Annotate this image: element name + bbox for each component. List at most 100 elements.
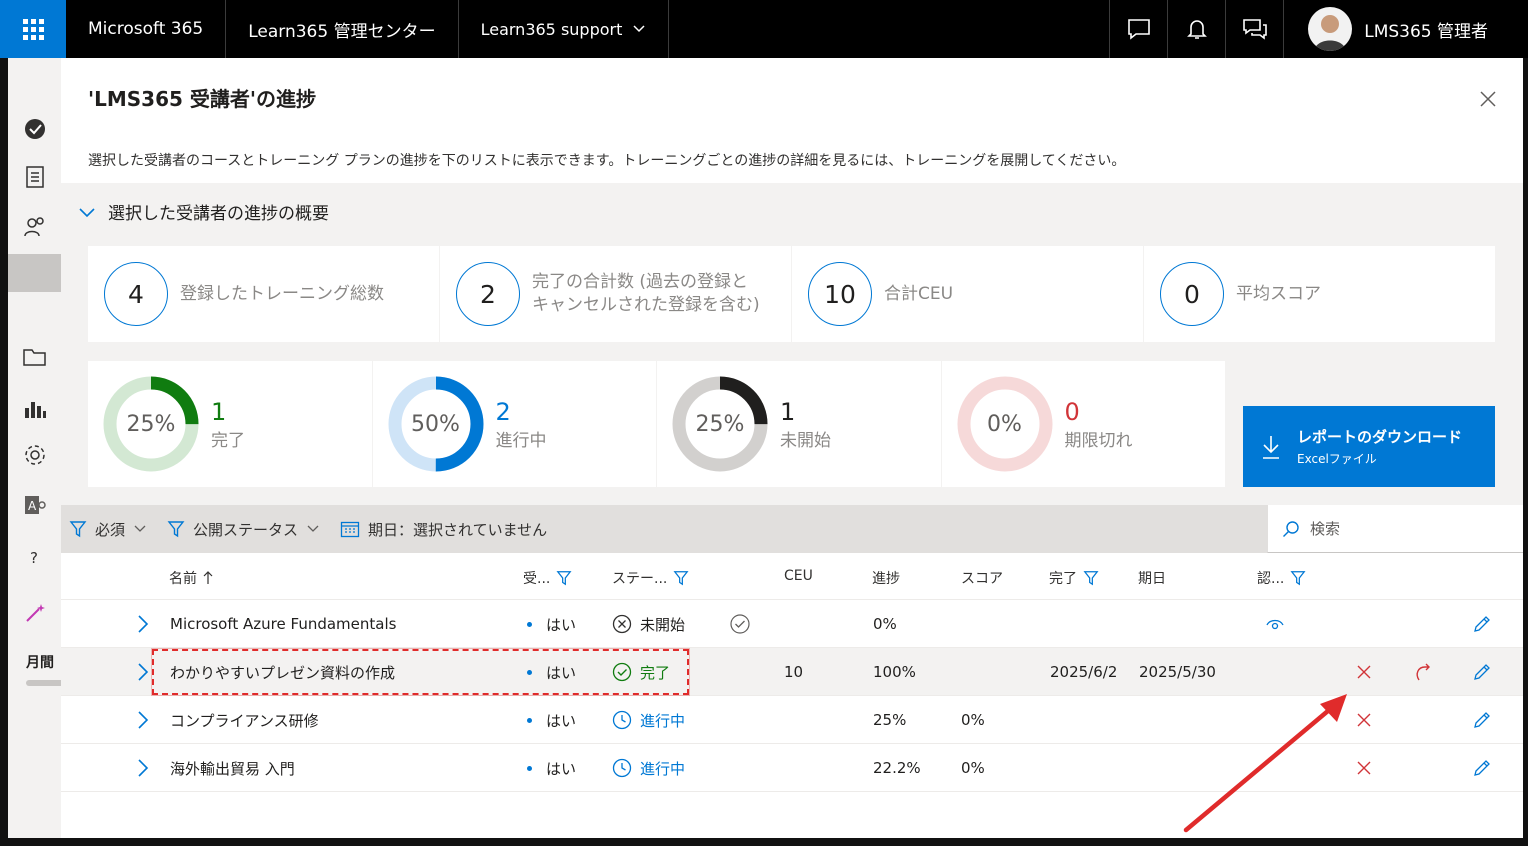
- chevron-right-icon: [138, 711, 149, 729]
- expand-row-button[interactable]: [135, 696, 151, 744]
- donut-card-completed: 25% 1 完了: [88, 361, 372, 487]
- bullet-icon: [527, 621, 532, 627]
- edit-button[interactable]: [1470, 696, 1494, 744]
- filter-publish-status[interactable]: 公開ステータス: [167, 519, 320, 540]
- summary-toggle[interactable]: 選択した受講者の進捗の概要: [78, 199, 329, 224]
- chevron-down-icon: [633, 25, 645, 33]
- nav-item-catalog[interactable]: [22, 164, 48, 190]
- donut-percent: 0%: [987, 411, 1022, 437]
- view-certificate-button[interactable]: [1263, 600, 1287, 648]
- highlight-annotation: [152, 649, 689, 695]
- required-cell: はい: [527, 696, 576, 744]
- nav-item-dashboard[interactable]: [22, 116, 48, 142]
- document-list-icon: [26, 166, 44, 188]
- donut-count: 1: [780, 397, 796, 426]
- nav-item-settings[interactable]: [22, 442, 48, 468]
- stat-card-total-completed: 2 完了の合計数 (過去の登録と キャンセルされた登録を含む): [440, 246, 791, 342]
- avatar: [1308, 7, 1353, 51]
- column-header-progress[interactable]: 進捗: [872, 568, 900, 588]
- donut-card-not-started: 25% 1 未開始: [657, 361, 941, 487]
- column-header-score[interactable]: スコア: [961, 568, 1003, 588]
- conversations-button[interactable]: [1225, 0, 1283, 58]
- stat-row: 4 登録したトレーニング総数 2 完了の合計数 (過去の登録と キャンセルされた…: [88, 246, 1495, 342]
- column-header-due[interactable]: 期日: [1138, 568, 1166, 588]
- notifications-button[interactable]: [1167, 0, 1225, 58]
- edit-button[interactable]: [1470, 648, 1494, 696]
- org-switcher[interactable]: Learn365 support: [459, 0, 670, 58]
- chat-icon: [1127, 19, 1150, 40]
- donut-chart: 50%: [388, 376, 484, 472]
- reset-progress-button[interactable]: [1411, 648, 1435, 696]
- column-header-name[interactable]: 名前: [169, 568, 213, 588]
- filter-icon: [673, 571, 689, 586]
- progress-cell: 0%: [873, 615, 897, 633]
- org-name: Learn365 support: [480, 19, 623, 39]
- donut-card-overdue: 0% 0 期限切れ: [941, 361, 1225, 487]
- nav-item-admin[interactable]: A: [22, 492, 48, 518]
- column-header-certificate[interactable]: 認...: [1257, 568, 1306, 588]
- chevron-down-icon: [134, 525, 146, 532]
- admin-center-name[interactable]: Learn365 管理センター: [226, 0, 459, 58]
- download-report-button[interactable]: レポートのダウンロード Excelファイル: [1243, 406, 1495, 487]
- donut-label: 完了: [211, 430, 245, 451]
- check-circle-icon: [25, 119, 45, 139]
- column-header-status[interactable]: ステー...: [612, 568, 689, 588]
- nav-item-files[interactable]: [22, 344, 48, 370]
- donut-chart: 25%: [672, 376, 768, 472]
- nav-usage-bar: [26, 680, 66, 686]
- edit-button[interactable]: [1470, 600, 1494, 648]
- expand-row-button[interactable]: [135, 648, 151, 696]
- nav-item-selected[interactable]: [8, 254, 61, 292]
- filter-icon: [556, 571, 572, 586]
- app-launcher-button[interactable]: [0, 0, 66, 58]
- filter-label: 公開ステータス: [193, 520, 299, 539]
- annotation-arrow: [1183, 694, 1347, 833]
- bullet-icon: [527, 717, 532, 723]
- filter-due-date[interactable]: 期日：選択されていません: [340, 519, 547, 540]
- donut-percent: 25%: [695, 411, 745, 437]
- donut-label: 期限切れ: [1064, 430, 1133, 451]
- download-subtitle: Excelファイル: [1297, 452, 1377, 466]
- filter-label: 期日：選択されていません: [368, 520, 548, 539]
- nav-item-help[interactable]: ?: [22, 544, 48, 570]
- search-input[interactable]: 検索: [1267, 505, 1523, 553]
- clock-icon: [612, 710, 632, 730]
- redo-icon: [1416, 663, 1430, 681]
- table-row[interactable]: Microsoft Azure Fundamentals はい 未開始 0%: [61, 600, 1523, 648]
- column-header-ceu[interactable]: CEU: [784, 568, 813, 584]
- svg-text:?: ?: [30, 549, 38, 567]
- score-cell: 0%: [961, 711, 985, 729]
- close-icon: [1480, 91, 1496, 107]
- user-menu[interactable]: LMS365 管理者: [1283, 0, 1528, 58]
- donut-label: 進行中: [495, 430, 547, 451]
- expand-row-button[interactable]: [135, 600, 151, 648]
- nav-item-wizard[interactable]: [22, 600, 48, 626]
- chevron-right-icon: [138, 759, 149, 777]
- edit-button[interactable]: [1470, 744, 1494, 792]
- stat-label: 合計CEU: [884, 283, 954, 304]
- donut-chart: 25%: [103, 376, 199, 472]
- nav-item-reports[interactable]: [22, 396, 48, 422]
- expand-row-button[interactable]: [135, 744, 151, 792]
- calendar-icon: [340, 521, 360, 538]
- table-header: 名前 受... ステー... CEU 進捗 スコア 完了 期日 認...: [61, 553, 1523, 600]
- mark-complete-button[interactable]: [728, 600, 752, 648]
- filter-icon: [1290, 571, 1306, 586]
- bar-chart-icon: [25, 402, 46, 418]
- close-button[interactable]: [1477, 88, 1499, 110]
- filter-required[interactable]: 必須: [69, 519, 147, 540]
- nav-item-users[interactable]: [22, 214, 48, 240]
- stat-value: 2: [456, 262, 520, 326]
- app-name[interactable]: Microsoft 365: [66, 0, 227, 58]
- status-badge: 進行中: [612, 696, 685, 744]
- column-header-completed[interactable]: 完了: [1049, 568, 1099, 588]
- stat-value: 10: [808, 262, 872, 326]
- waffle-icon: [22, 18, 44, 40]
- pencil-icon: [1474, 664, 1490, 680]
- people-icon: [24, 217, 44, 237]
- feedback-button[interactable]: [1109, 0, 1167, 58]
- conversation-icon: [1242, 19, 1267, 40]
- progress-cell: 100%: [873, 663, 916, 681]
- column-header-required[interactable]: 受...: [523, 568, 572, 588]
- stat-value: 4: [104, 262, 168, 326]
